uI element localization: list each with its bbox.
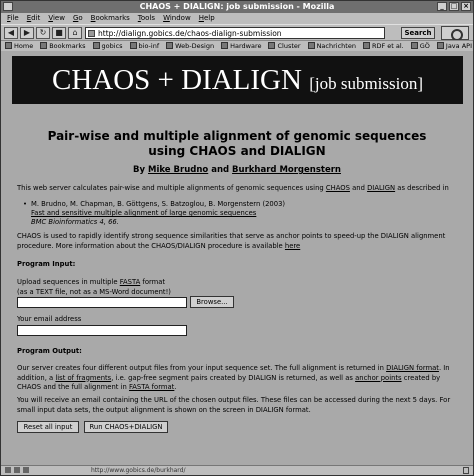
page-banner: CHAOS + DIALIGN [job submission]: [12, 56, 463, 104]
bookmark-cluster[interactable]: Cluster: [268, 41, 300, 51]
bookmark-home[interactable]: Home: [5, 41, 33, 51]
here-link[interactable]: here: [285, 242, 300, 250]
fasta-link[interactable]: FASTA: [120, 278, 141, 286]
browser-window: CHAOS + DIALIGN: job submission - Mozill…: [0, 0, 474, 476]
intro-and: and: [352, 184, 365, 192]
navigator-icon[interactable]: [5, 467, 11, 473]
email-label: Your email address: [17, 315, 82, 323]
chaos-desc-text: CHAOS is used to rapidly identify strong…: [17, 232, 446, 250]
back-icon[interactable]: ◀: [4, 27, 18, 39]
url-bar[interactable]: http://dialign.gobics.de/chaos-dialign-s…: [85, 27, 385, 39]
menu-window[interactable]: Window: [163, 13, 191, 24]
menu-go[interactable]: Go: [73, 13, 83, 24]
stop-icon[interactable]: ■: [52, 27, 66, 39]
url-text: http://dialign.gobics.de/chaos-dialign-s…: [98, 29, 282, 38]
intro-paragraph: This web server calculates pair-wise and…: [17, 184, 461, 194]
menu-edit[interactable]: Edit: [27, 13, 41, 24]
bookmark-gobics[interactable]: gobics: [93, 41, 123, 51]
composer-icon[interactable]: [23, 467, 29, 473]
reload-icon[interactable]: ↻: [36, 27, 50, 39]
throbber-icon: [441, 26, 469, 41]
bookmarks-toolbar: Home Bookmarks gobics bio-inf Web-Design…: [1, 40, 473, 51]
upload-label: Upload sequences in multiple FASTA forma…: [17, 278, 461, 297]
author-link-brudno[interactable]: Mike Brudno: [148, 165, 208, 175]
status-text: http://www.gobics.de/burkhard/: [91, 467, 186, 474]
menu-file[interactable]: File: [7, 13, 19, 24]
reset-button[interactable]: Reset all input: [17, 421, 79, 433]
menu-view[interactable]: View: [48, 13, 65, 24]
browse-button[interactable]: Browse...: [190, 296, 234, 308]
email-note: You will receive an email containing the…: [17, 396, 451, 414]
bookmark-bookmarks[interactable]: Bookmarks: [40, 41, 85, 51]
home-icon[interactable]: ⌂: [68, 27, 82, 39]
minimize-icon[interactable]: _: [437, 2, 447, 11]
menu-help[interactable]: Help: [199, 13, 215, 24]
upload-format-text: format: [142, 278, 166, 286]
output-text-c: , i.e. gap-free segment pairs created by…: [111, 373, 353, 382]
bullet-icon: •: [23, 200, 28, 208]
and-text: and: [211, 165, 230, 175]
menu-tools[interactable]: Tools: [138, 13, 155, 24]
program-input-heading: Program Input:: [17, 260, 76, 268]
navigation-toolbar: ◀ ▶ ↻ ■ ⌂ http://dialign.gobics.de/chaos…: [1, 24, 473, 41]
bookmark-web-design[interactable]: Web-Design: [166, 41, 214, 51]
author-link-morgenstern[interactable]: Burkhard Morgenstern: [232, 165, 341, 175]
ref-journal: BMC Bioinformatics 4, 66.: [31, 218, 119, 226]
menu-bookmarks[interactable]: Bookmarks: [91, 13, 130, 24]
ref-title-link[interactable]: Fast and sensitive multiple alignment of…: [31, 209, 451, 218]
status-icons: [5, 467, 29, 473]
bookmark-java-api[interactable]: Java API: [437, 41, 472, 51]
title-bar: CHAOS + DIALIGN: job submission - Mozill…: [1, 1, 473, 13]
forward-icon[interactable]: ▶: [20, 27, 34, 39]
ref-authors: M. Brudno, M. Chapman, B. Göttgens, S. B…: [31, 200, 286, 208]
bookmark-bio-inf[interactable]: bio-inf: [130, 41, 160, 51]
bookmark-go[interactable]: GÖ: [411, 41, 430, 51]
fasta-format-link[interactable]: FASTA format: [129, 383, 174, 391]
authors-line: By Mike Brudno and Burkhard Morgenstern: [1, 165, 473, 175]
mail-icon[interactable]: [14, 467, 20, 473]
banner-title: CHAOS + DIALIGN: [51, 64, 302, 96]
banner-subtitle: [job submission]: [309, 74, 424, 93]
upload-note: (as a TEXT file, not as a MS-Word docume…: [17, 287, 171, 296]
status-bar: http://www.gobics.de/burkhard/: [1, 465, 473, 475]
intro-text-end: as described in: [397, 184, 449, 192]
chaos-link[interactable]: CHAOS: [326, 184, 350, 192]
close-icon[interactable]: ×: [461, 2, 471, 11]
program-output-heading: Program Output:: [17, 347, 82, 355]
email-input[interactable]: [17, 325, 187, 336]
page-heading: Pair-wise and multiple alignment of geno…: [47, 129, 427, 158]
chaos-description: CHAOS is used to rapidly identify strong…: [17, 232, 461, 251]
bookmark-rdf[interactable]: RDF et al.: [363, 41, 404, 51]
search-button[interactable]: Search: [401, 27, 435, 39]
by-text: By: [133, 165, 146, 175]
output-text-e: .: [174, 383, 177, 391]
sequence-file-input[interactable]: [17, 297, 187, 308]
dialign-link[interactable]: DIALIGN: [367, 184, 395, 192]
window-menu-icon[interactable]: [3, 2, 13, 11]
upload-text: Upload sequences in multiple: [17, 278, 118, 286]
window-title: CHAOS + DIALIGN: job submission - Mozill…: [139, 2, 335, 11]
page-content: CHAOS + DIALIGN [job submission] Pair-wi…: [1, 51, 473, 465]
bookmark-hardware[interactable]: Hardware: [221, 41, 261, 51]
reference: • M. Brudno, M. Chapman, B. Göttgens, S.…: [23, 200, 451, 227]
intro-text: This web server calculates pair-wise and…: [17, 184, 324, 192]
menu-bar: File Edit View Go Bookmarks Tools Window…: [1, 13, 473, 24]
output-text-a: Our server creates four different output…: [17, 364, 384, 372]
fragments-link[interactable]: list of fragments: [55, 374, 111, 382]
dialign-format-link[interactable]: DIALIGN format: [386, 364, 439, 372]
page-icon: [88, 30, 95, 37]
maximize-icon[interactable]: □: [449, 2, 459, 11]
output-paragraph: Our server creates four different output…: [17, 364, 461, 393]
security-lock-icon: [463, 467, 469, 474]
bookmark-nachrichten[interactable]: Nachrichten: [308, 41, 356, 51]
anchor-points-link[interactable]: anchor points: [355, 374, 402, 382]
run-button[interactable]: Run CHAOS+DIALIGN: [84, 421, 168, 433]
